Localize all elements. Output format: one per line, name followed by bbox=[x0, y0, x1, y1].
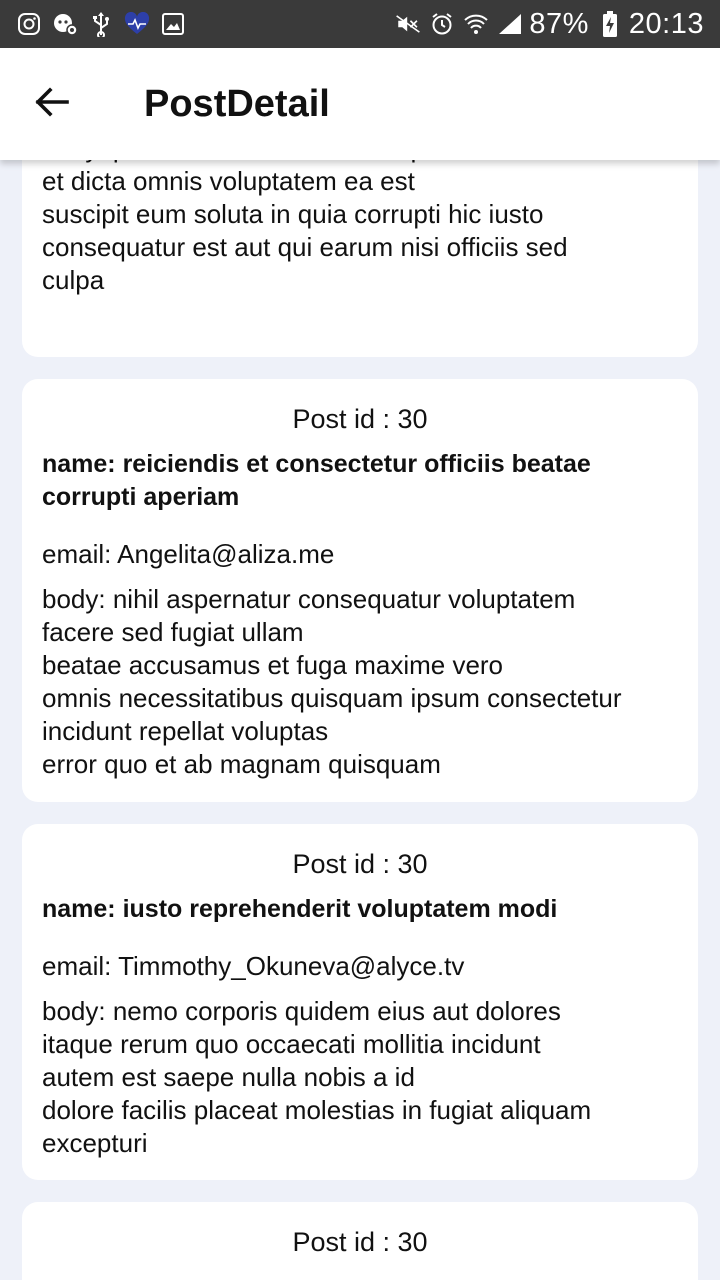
battery-charging-icon bbox=[597, 11, 623, 37]
clock-time: 20:13 bbox=[628, 7, 704, 40]
back-button[interactable] bbox=[24, 76, 80, 132]
app-bar: PostDetail bbox=[0, 48, 720, 160]
post-body: body: possimus necessitatibus quis et di… bbox=[42, 160, 568, 295]
post-id: Post id : 30 bbox=[292, 1227, 428, 1257]
wifi-icon bbox=[463, 11, 489, 37]
post-email: email: Angelita@aliza.me bbox=[42, 539, 335, 569]
mute-icon bbox=[395, 11, 421, 37]
post-card: Post id : 30 name: reiciendis et consect… bbox=[22, 379, 698, 802]
post-list[interactable]: body: possimus necessitatibus quis et di… bbox=[0, 160, 720, 1280]
usb-icon bbox=[88, 11, 114, 37]
post-body: body: nemo corporis quidem eius aut dolo… bbox=[42, 996, 592, 1158]
alarm-icon bbox=[429, 11, 455, 37]
signal-icon bbox=[497, 11, 523, 37]
status-bar: 87% 20:13 bbox=[0, 0, 720, 48]
notification-icon bbox=[52, 11, 78, 37]
instagram-icon bbox=[16, 11, 42, 37]
page-title: PostDetail bbox=[144, 82, 330, 125]
status-bar-notifications bbox=[16, 11, 196, 37]
health-icon bbox=[124, 11, 150, 37]
post-name: name: iusto reprehenderit voluptatem mod… bbox=[42, 895, 558, 923]
post-body: body: nihil aspernatur consequatur volup… bbox=[42, 584, 622, 779]
post-email: email: Timmothy_Okuneva@alyce.tv bbox=[42, 951, 465, 981]
post-card: body: possimus necessitatibus quis et di… bbox=[22, 160, 698, 357]
post-id: Post id : 30 bbox=[292, 404, 428, 434]
arrow-left-icon bbox=[35, 86, 69, 122]
post-name: name: reiciendis et consectetur officiis… bbox=[42, 450, 591, 511]
gallery-icon bbox=[160, 11, 186, 37]
post-card: Post id : 30 bbox=[22, 1202, 698, 1280]
post-id: Post id : 30 bbox=[292, 849, 428, 879]
status-bar-system: 87% 20:13 bbox=[387, 8, 704, 41]
battery-level: 87% bbox=[529, 7, 589, 40]
post-card: Post id : 30 name: iusto reprehenderit v… bbox=[22, 824, 698, 1180]
